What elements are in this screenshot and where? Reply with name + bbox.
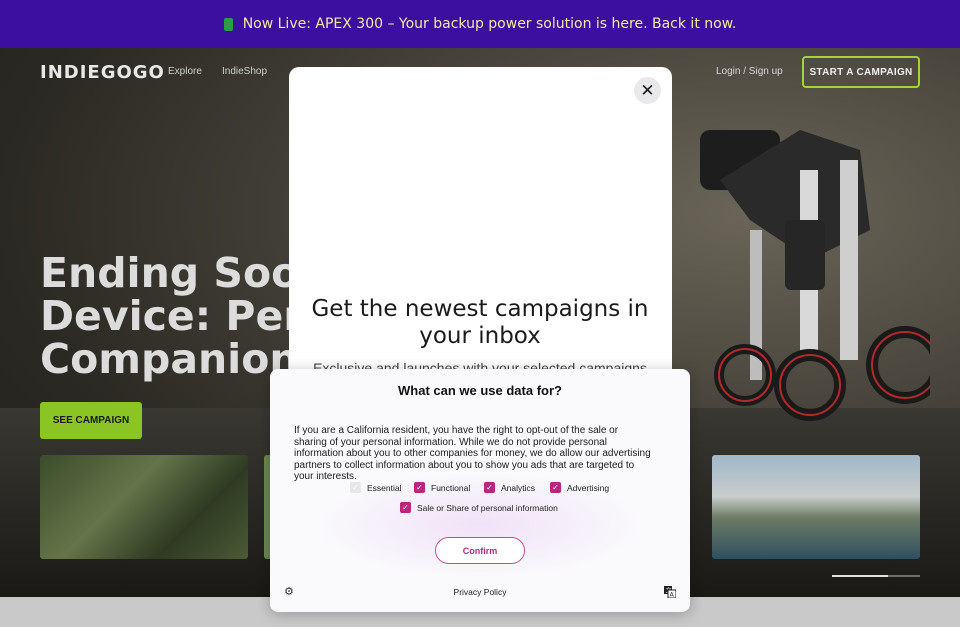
nav-explore[interactable]: Explore — [168, 66, 202, 77]
close-icon[interactable]: ✕ — [634, 77, 661, 104]
option-label: Analytics — [501, 482, 536, 493]
consent-option-essential: ✓ Essential — [350, 482, 402, 493]
announcement-text: Now Live: APEX 300 – Your backup power s… — [242, 16, 737, 32]
campaign-thumbnail[interactable] — [40, 455, 248, 559]
carousel-progress — [832, 575, 888, 577]
consent-body-text: If you are a California resident, you ha… — [294, 425, 651, 482]
translate-icon[interactable]: 文 A — [664, 586, 676, 598]
carousel-progress-track — [888, 575, 920, 577]
option-label: Sale or Share of personal information — [417, 502, 558, 513]
nav-indieshop[interactable]: IndieShop — [222, 66, 267, 77]
walker-product-image — [700, 130, 930, 421]
campaign-thumbnail[interactable] — [712, 455, 920, 559]
checkbox-icon[interactable]: ✓ — [400, 502, 411, 513]
confirm-button[interactable]: Confirm — [435, 537, 525, 564]
consent-option-analytics[interactable]: ✓ Analytics — [484, 482, 535, 493]
see-campaign-button[interactable]: SEE CAMPAIGN — [40, 402, 142, 439]
checkbox-icon[interactable]: ✓ — [484, 482, 495, 493]
consent-title: What can we use data for? — [398, 383, 562, 398]
privacy-policy-link[interactable]: Privacy Policy — [270, 587, 690, 597]
consent-option-sale-share[interactable]: ✓ Sale or Share of personal information — [400, 502, 558, 513]
indiegogo-logo[interactable]: INDIEGOGO — [40, 62, 165, 83]
option-label: Functional — [431, 482, 471, 493]
option-label: Essential — [367, 482, 402, 493]
checkbox-icon[interactable]: ✓ — [550, 482, 561, 493]
announcement-bar[interactable]: Now Live: APEX 300 – Your backup power s… — [0, 0, 960, 48]
option-label: Advertising — [567, 482, 610, 493]
consent-option-advertising[interactable]: ✓ Advertising — [550, 482, 609, 493]
consent-option-functional[interactable]: ✓ Functional — [414, 482, 470, 493]
start-campaign-button[interactable]: START A CAMPAIGN — [802, 56, 920, 88]
checkbox-icon: ✓ — [350, 482, 361, 493]
newsletter-title: Get the newest campaigns in your inbox — [311, 296, 649, 349]
checkbox-icon[interactable]: ✓ — [414, 482, 425, 493]
login-signup-link[interactable]: Login / Sign up — [716, 66, 783, 77]
phone-icon — [223, 17, 233, 31]
